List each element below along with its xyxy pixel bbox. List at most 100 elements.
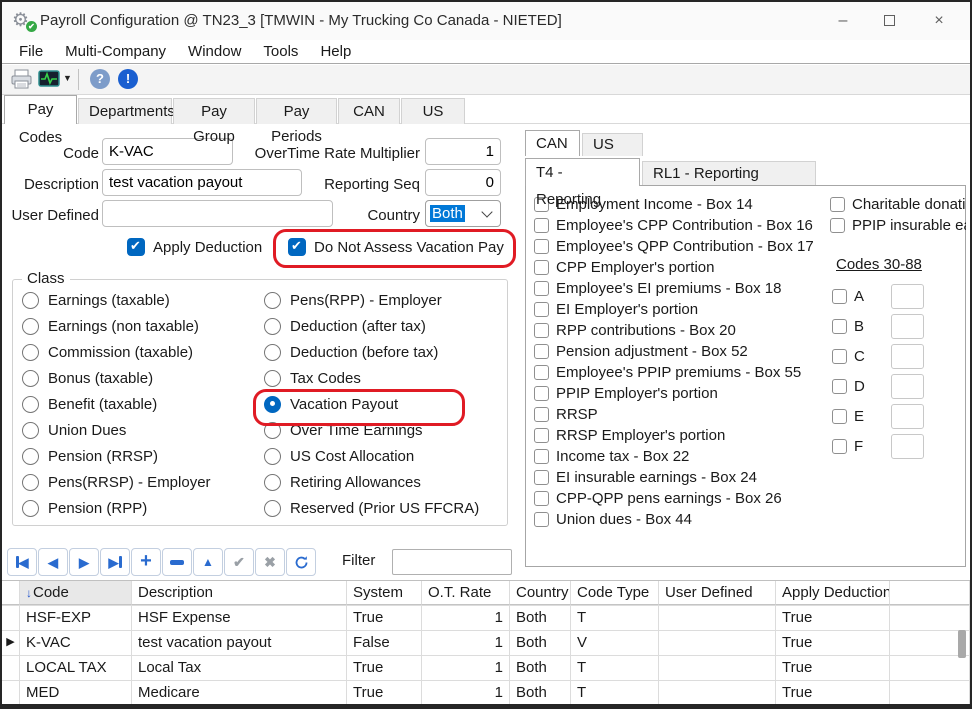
- code-e-checkbox[interactable]: E: [832, 404, 864, 429]
- about-icon[interactable]: !: [118, 69, 138, 89]
- nav-last-button[interactable]: ▶: [100, 548, 130, 576]
- t4-checkbox-item[interactable]: CPP Employer's portion: [534, 257, 828, 278]
- t4-checkbox-item[interactable]: EI insurable earnings - Box 24: [534, 467, 828, 488]
- code-f-input[interactable]: [891, 434, 924, 459]
- class-radio-retiring-allowances[interactable]: Retiring Allowances: [264, 471, 421, 493]
- class-radio-pens-rpp-employer[interactable]: Pens(RPP) - Employer: [264, 289, 442, 311]
- minimize-button[interactable]: –: [820, 2, 866, 40]
- grid-row-hsf-exp[interactable]: HSF-EXPHSF ExpenseTrue1BothTTrue: [2, 606, 970, 631]
- t4-checkbox-item[interactable]: RRSP Employer's portion: [534, 425, 828, 446]
- class-radio-deduction-before-tax[interactable]: Deduction (before tax): [264, 341, 438, 363]
- report-monitor-icon[interactable]: [38, 70, 60, 94]
- nav-delete-button[interactable]: [162, 548, 192, 576]
- nav-cancel-button[interactable]: ✖: [255, 548, 285, 576]
- t4-checkbox-item[interactable]: EI Employer's portion: [534, 299, 828, 320]
- t4-checkbox-item[interactable]: Employee's EI premiums - Box 18: [534, 278, 828, 299]
- code-e-input[interactable]: [891, 404, 924, 429]
- nav-refresh-button[interactable]: [286, 548, 316, 576]
- extra-checkbox-item[interactable]: Charitable donation: [830, 194, 966, 215]
- code-d-checkbox[interactable]: D: [832, 374, 865, 399]
- tab-can-right[interactable]: CAN: [525, 130, 580, 156]
- apply-deduction-checkbox[interactable]: Apply Deduction: [127, 238, 262, 256]
- code-f-checkbox[interactable]: F: [832, 434, 863, 459]
- grid-cell-country: Both: [510, 681, 571, 705]
- close-button[interactable]: ×: [916, 2, 962, 40]
- tab-us[interactable]: US: [401, 98, 465, 124]
- grid-column-header-description[interactable]: Description: [132, 581, 347, 605]
- t4-checkbox-item[interactable]: Income tax - Box 22: [534, 446, 828, 467]
- nav-insert-button[interactable]: +: [131, 548, 161, 576]
- maximize-button[interactable]: [866, 2, 912, 40]
- tab-us-right[interactable]: US: [582, 133, 643, 156]
- class-radio-over-time-earnings[interactable]: Over Time Earnings: [264, 419, 423, 441]
- menu-item-help[interactable]: Help: [309, 40, 362, 63]
- grid-column-header-user-defined[interactable]: User Defined: [659, 581, 776, 605]
- reporting-seq-input[interactable]: [425, 169, 501, 196]
- t4-checkbox-item[interactable]: Union dues - Box 44: [534, 509, 828, 530]
- class-radio-vacation-payout[interactable]: Vacation Payout: [264, 393, 398, 415]
- code-d-input[interactable]: [891, 374, 924, 399]
- tab-pay-periods[interactable]: Pay Periods: [256, 98, 337, 124]
- t4-checkbox-item[interactable]: RRSP: [534, 404, 828, 425]
- nav-post-button[interactable]: ✔: [224, 548, 254, 576]
- t4-checkbox-item[interactable]: Employee's PPIP premiums - Box 55: [534, 362, 828, 383]
- nav-first-button[interactable]: ◀: [7, 548, 37, 576]
- help-icon[interactable]: ?: [90, 69, 110, 89]
- nav-next-button[interactable]: ▶: [69, 548, 99, 576]
- code-b-checkbox[interactable]: B: [832, 314, 864, 339]
- class-radio-pension-rrsp[interactable]: Pension (RRSP): [22, 445, 158, 467]
- code-a-input[interactable]: [891, 284, 924, 309]
- grid-scrollbar-thumb[interactable]: [958, 630, 966, 658]
- nav-prior-button[interactable]: ◀: [38, 548, 68, 576]
- t4-checkbox-item[interactable]: Pension adjustment - Box 52: [534, 341, 828, 362]
- menu-item-tools[interactable]: Tools: [252, 40, 309, 63]
- code-a-checkbox[interactable]: A: [832, 284, 864, 309]
- class-radio-tax-codes[interactable]: Tax Codes: [264, 367, 361, 389]
- grid-column-header-code-type[interactable]: Code Type: [571, 581, 659, 605]
- toolbar-dropdown-arrow-icon[interactable]: ▼: [63, 73, 72, 83]
- t4-checkbox-item[interactable]: Employee's CPP Contribution - Box 16: [534, 215, 828, 236]
- t4-checkbox-item[interactable]: RPP contributions - Box 20: [534, 320, 828, 341]
- class-radio-pens-rrsp-employer[interactable]: Pens(RRSP) - Employer: [22, 471, 211, 493]
- tab-departments[interactable]: Departments: [78, 98, 172, 124]
- t4-checkbox-item[interactable]: PPIP Employer's portion: [534, 383, 828, 404]
- code-c-checkbox[interactable]: C: [832, 344, 865, 369]
- class-radio-commission-taxable[interactable]: Commission (taxable): [22, 341, 193, 363]
- code-b-input[interactable]: [891, 314, 924, 339]
- menu-item-multi-company[interactable]: Multi-Company: [54, 40, 177, 63]
- grid-column-header-system[interactable]: System: [347, 581, 422, 605]
- overtime-rate-multiplier-input[interactable]: [425, 138, 501, 165]
- filter-input[interactable]: [392, 549, 512, 575]
- extra-checkbox-item[interactable]: PPIP insurable earni: [830, 215, 966, 236]
- tab-pay-codes[interactable]: Pay Codes: [4, 95, 77, 124]
- grid-row-med[interactable]: MEDMedicareTrue1BothTTrue: [2, 681, 970, 706]
- tab-pay-group[interactable]: Pay Group: [173, 98, 255, 124]
- class-radio-earnings-non-taxable[interactable]: Earnings (non taxable): [22, 315, 199, 337]
- class-radio-benefit-taxable[interactable]: Benefit (taxable): [22, 393, 157, 415]
- country-select[interactable]: Both: [425, 200, 501, 227]
- t4-checkbox-item[interactable]: CPP-QPP pens earnings - Box 26: [534, 488, 828, 509]
- menu-item-file[interactable]: File: [8, 40, 54, 63]
- class-radio-deduction-after-tax[interactable]: Deduction (after tax): [264, 315, 426, 337]
- t4-checkbox-item[interactable]: Employee's QPP Contribution - Box 17: [534, 236, 828, 257]
- grid-column-header-country[interactable]: Country: [510, 581, 571, 605]
- code-c-input[interactable]: [891, 344, 924, 369]
- class-radio-reserved-prior-us-ffcra[interactable]: Reserved (Prior US FFCRA): [264, 497, 479, 519]
- grid-row-local-tax[interactable]: LOCAL TAXLocal TaxTrue1BothTTrue: [2, 656, 970, 681]
- tab-rl1-reporting-quebec[interactable]: RL1 - Reporting (Quebec): [642, 161, 816, 186]
- class-radio-union-dues[interactable]: Union Dues: [22, 419, 126, 441]
- class-radio-earnings-taxable[interactable]: Earnings (taxable): [22, 289, 170, 311]
- grid-column-header-o-t-rate[interactable]: O.T. Rate: [422, 581, 510, 605]
- grid-row-k-vac[interactable]: ▶K-VACtest vacation payoutFalse1BothVTru…: [2, 631, 970, 656]
- class-radio-pension-rpp[interactable]: Pension (RPP): [22, 497, 147, 519]
- grid-column-header-apply-deduction[interactable]: Apply Deduction: [776, 581, 890, 605]
- class-radio-us-cost-allocation[interactable]: US Cost Allocation: [264, 445, 414, 467]
- tab-t4-reporting[interactable]: T4 - Reporting: [525, 158, 640, 186]
- do-not-assess-vacation-pay-checkbox[interactable]: Do Not Assess Vacation Pay: [288, 238, 504, 256]
- tab-can[interactable]: CAN: [338, 98, 400, 124]
- nav-edit-button[interactable]: ▲: [193, 548, 223, 576]
- class-radio-bonus-taxable[interactable]: Bonus (taxable): [22, 367, 153, 389]
- printer-icon[interactable]: [10, 69, 33, 95]
- grid-column-header-code[interactable]: ↓Code: [20, 581, 132, 605]
- menu-item-window[interactable]: Window: [177, 40, 252, 63]
